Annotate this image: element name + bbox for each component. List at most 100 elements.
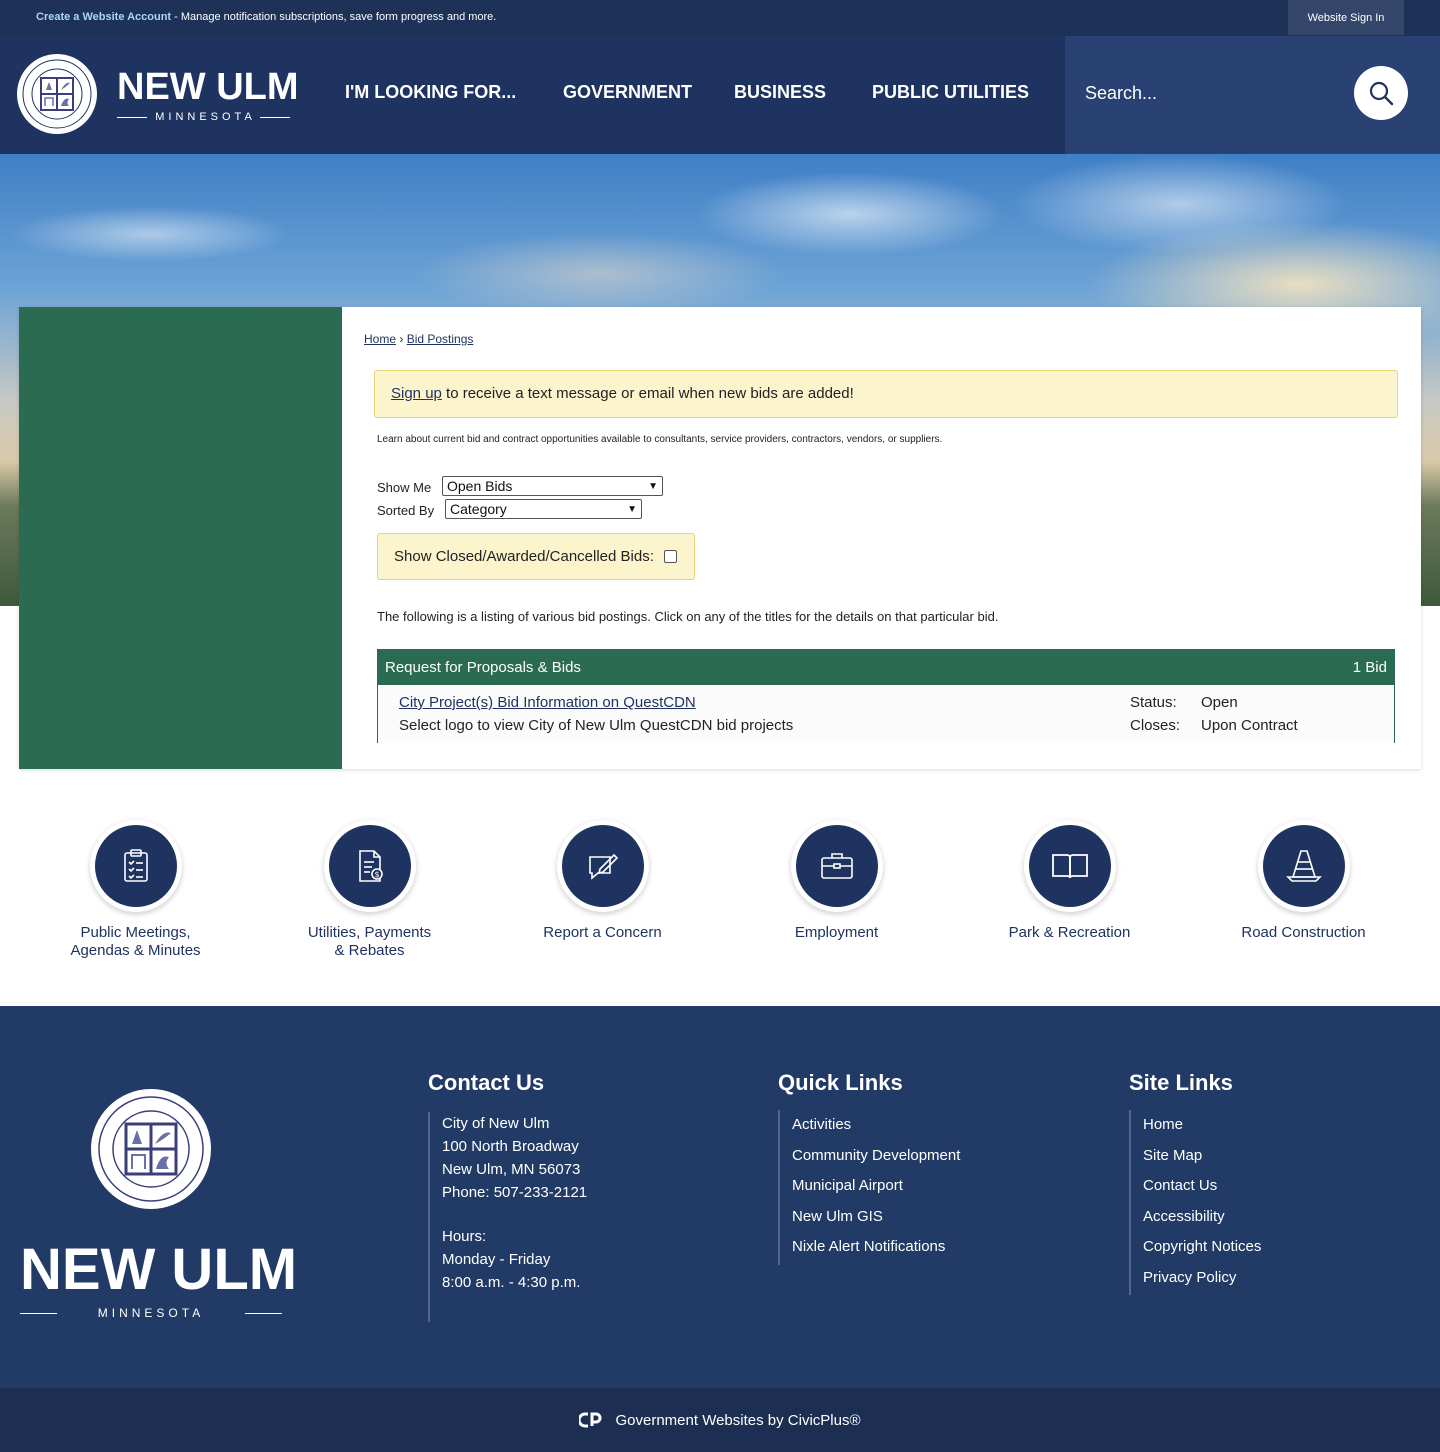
chevron-down-icon: ▼ [648,480,658,492]
briefcase-icon [820,853,853,879]
contact-line: City of New Ulm [442,1115,550,1132]
nav-looking-for[interactable]: I'M LOOKING FOR... [345,82,516,103]
footer-link-copyright[interactable]: Copyright Notices [1143,1232,1261,1263]
contact-line: New Ulm, MN 56073 [442,1161,581,1178]
report-pencil-icon [588,853,618,880]
quick-link-public-meetings[interactable]: Public Meetings, Agendas & Minutes [19,820,252,970]
intro-text: Learn about current bid and contract opp… [377,434,943,445]
footer-link-privacy[interactable]: Privacy Policy [1143,1263,1261,1294]
svg-text:$: $ [374,870,379,879]
quick-link-circle [556,820,649,912]
bid-closes-value: Upon Contract [1201,717,1298,734]
footer-link-site-map[interactable]: Site Map [1143,1141,1261,1172]
quick-link-label: Public Meetings, Agendas & Minutes [70,924,201,959]
show-me-value: Open Bids [447,478,513,494]
site-links-heading: Site Links [1129,1070,1233,1095]
bid-category-table: Request for Proposals & Bids 1 Bid City … [377,649,1395,743]
traffic-cone-icon [1285,850,1322,882]
footer-link-accessibility[interactable]: Accessibility [1143,1202,1261,1233]
bid-postings-content: Home › Bid Postings Sign up to receive a… [342,307,1421,769]
website-sign-in-button[interactable]: Website Sign In [1288,0,1404,35]
main-content-card: Home › Bid Postings Sign up to receive a… [19,307,1421,769]
bill-document-icon: $ [358,850,383,882]
breadcrumb-bid-postings[interactable]: Bid Postings [407,332,474,346]
signup-alert-text: to receive a text message or email when … [441,385,854,402]
sorted-by-select[interactable]: Category ▼ [445,499,642,519]
breadcrumb: Home › Bid Postings [364,332,473,346]
bid-status-label: Status: [1130,694,1177,711]
contact-phone[interactable]: Phone: 507-233-2121 [442,1181,587,1204]
quick-link-utilities[interactable]: $ Utilities, Payments & Rebates [253,820,486,970]
quick-link-label: Employment [794,924,879,941]
civicplus-logo-icon [579,1412,602,1428]
bid-category-header: Request for Proposals & Bids 1 Bid [378,650,1394,686]
contact-spacer [442,1204,587,1225]
quick-link-park-recreation[interactable]: Park & Recreation [953,820,1186,970]
quick-link-label: Report a Concern [543,924,662,941]
show-closed-checkbox[interactable] [663,550,677,563]
footer-state-text: MINNESOTA [97,1306,205,1320]
site-footer: NEW ULM MINNESOTA Contact Us City of New… [0,1006,1440,1388]
quick-link-road-construction[interactable]: Road Construction [1187,820,1420,970]
search-icon [1369,81,1394,106]
bid-category-title: Request for Proposals & Bids [385,659,581,676]
bid-title-link[interactable]: City Project(s) Bid Information on Quest… [399,694,696,711]
quick-link-report-concern[interactable]: Report a Concern [486,820,719,970]
show-me-label: Show Me [377,480,432,495]
footer-link-nixle-alerts[interactable]: Nixle Alert Notifications [792,1232,960,1263]
signup-link[interactable]: Sign up [391,385,442,402]
site-brand-name[interactable]: NEW ULM [117,66,299,109]
city-seal-logo[interactable] [16,53,98,135]
contact-us-block: City of New Ulm 100 North Broadway New U… [428,1112,587,1322]
create-account-link[interactable]: Create a Website Account [36,11,171,23]
quick-links-heading: Quick Links [778,1070,903,1095]
signup-alert: Sign up to receive a text message or ema… [374,370,1398,418]
quick-link-circle [790,820,883,912]
brand-state-text: MINNESOTA [155,111,256,123]
quick-link-circle [1023,820,1116,912]
quick-link-employment[interactable]: Employment [720,820,953,970]
nav-business[interactable]: BUSINESS [734,82,826,103]
search-input[interactable]: Search... [1085,83,1157,104]
quick-link-label: Road Construction [1241,924,1366,941]
footer-brand-state: MINNESOTA [20,1306,282,1320]
bid-closes-label: Closes: [1130,717,1181,734]
footer-city-seal-logo[interactable] [90,1088,212,1210]
contact-line: 100 North Broadway [442,1138,579,1155]
footer-link-community-development[interactable]: Community Development [792,1141,960,1172]
civicplus-credit-link[interactable]: Government Websites by CivicPlus® [615,1412,860,1429]
contact-line: 8:00 a.m. - 4:30 p.m. [442,1274,581,1291]
show-closed-bids-box: Show Closed/Awarded/Cancelled Bids: [377,533,695,580]
footer-brand-name: NEW ULM [20,1237,298,1302]
search-button[interactable] [1354,66,1408,120]
show-me-select[interactable]: Open Bids ▼ [442,476,663,496]
footer-link-home[interactable]: Home [1143,1110,1261,1141]
sorted-by-value: Category [450,501,507,517]
quick-link-label: Park & Recreation [1008,924,1131,941]
site-header: NEW ULM MINNESOTA I'M LOOKING FOR... GOV… [0,36,1440,154]
bid-row: City Project(s) Bid Information on Quest… [378,686,1394,743]
footer-link-contact-us[interactable]: Contact Us [1143,1171,1261,1202]
site-brand-state: MINNESOTA [117,111,291,123]
quick-links-list: Activities Community Development Municip… [778,1110,960,1265]
account-promo: Create a Website Account - Manage notifi… [36,11,496,23]
sorted-by-label: Sorted By [377,503,435,518]
breadcrumb-home[interactable]: Home [364,332,396,346]
bid-status-value: Open [1201,694,1238,711]
footer-link-municipal-airport[interactable]: Municipal Airport [792,1171,960,1202]
show-closed-label: Show Closed/Awarded/Cancelled Bids: [394,548,654,565]
bid-description: Select logo to view City of New Ulm Ques… [399,717,794,734]
nav-public-utilities[interactable]: PUBLIC UTILITIES [872,82,1029,103]
bid-count: 1 Bid [1352,659,1387,676]
quick-link-circle [89,820,182,912]
civicplus-credit-bar: Government Websites by CivicPlus® [0,1388,1440,1452]
quick-link-label: Utilities, Payments & Rebates [307,924,432,959]
breadcrumb-separator: › [396,332,407,346]
quick-link-circle [1257,820,1350,912]
nav-government[interactable]: GOVERNMENT [563,82,692,103]
contact-line: Hours: [442,1228,487,1245]
footer-link-activities[interactable]: Activities [792,1110,960,1141]
footer-link-new-ulm-gis[interactable]: New Ulm GIS [792,1202,960,1233]
site-links-list: Home Site Map Contact Us Accessibility C… [1129,1110,1261,1295]
clipboard-checklist-icon [123,849,148,882]
